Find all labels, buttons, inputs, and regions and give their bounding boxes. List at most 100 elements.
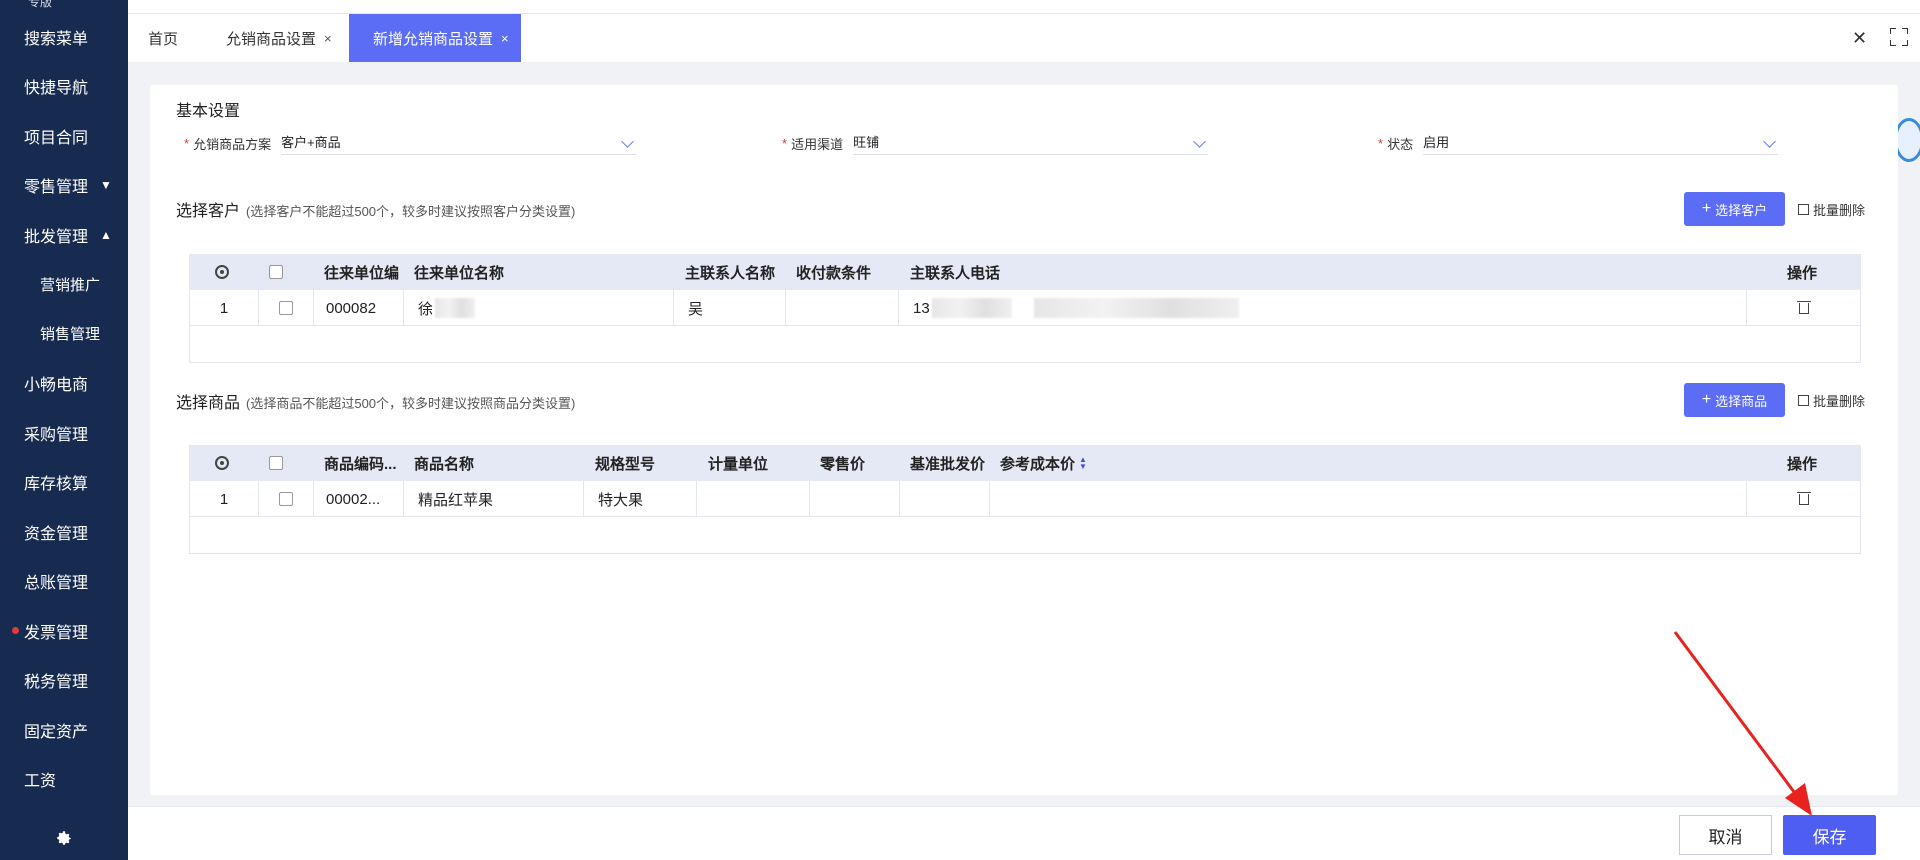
- fullscreen-icon[interactable]: [1890, 28, 1908, 46]
- select-product-button[interactable]: + 选择商品: [1684, 383, 1785, 417]
- col-contact: 主联系人名称: [685, 264, 776, 282]
- channel-label: 适用渠道: [791, 136, 844, 152]
- status-field: * 状态 启用: [1378, 131, 1779, 155]
- sidebar-item-sales[interactable]: 销售管理: [0, 309, 128, 359]
- customers-note: (选择客户不能超过500个，较多时建议按照客户分类设置): [246, 204, 576, 219]
- sidebar-item-project-contract[interactable]: 项目合同: [0, 111, 128, 161]
- row-checkbox[interactable]: [258, 290, 313, 326]
- table-header: 往来单位编 往来单位名称 主联系人名称 收付款条件 主联系人电话 操作: [189, 254, 1861, 290]
- trash-icon: [1797, 300, 1811, 314]
- sidebar-item-tax[interactable]: 税务管理: [0, 656, 128, 706]
- column-settings-icon[interactable]: [215, 445, 233, 481]
- row-index: 1: [219, 299, 229, 317]
- sidebar-item-label: 搜索菜单: [24, 30, 89, 48]
- required-mark: *: [782, 135, 788, 151]
- button-label: 批量删除: [1813, 203, 1866, 218]
- sidebar-item-label: 采购管理: [24, 426, 89, 444]
- col-unit: 计量单位: [708, 455, 769, 473]
- sidebar-item-retail[interactable]: 零售管理 ▼: [0, 161, 128, 211]
- col-terms: 收付款条件: [796, 264, 872, 282]
- chevron-down-icon: [1193, 135, 1206, 148]
- sidebar-item-label: 批发管理: [24, 228, 89, 246]
- sidebar: 专版 搜索菜单 快捷导航 项目合同 零售管理 ▼ 批发管理 ▲ 营销推广 销售管理 …: [0, 0, 128, 860]
- sidebar-item-invoice[interactable]: 发票管理: [0, 606, 128, 656]
- products-title: 选择商品: [176, 395, 241, 412]
- scheme-select[interactable]: 客户+商品: [281, 131, 637, 155]
- col-cost[interactable]: 参考成本价 ▲ ▼: [1000, 445, 1110, 481]
- close-window-icon[interactable]: ✕: [1852, 28, 1867, 49]
- cell-contact: 吴: [673, 290, 785, 326]
- column-settings-icon[interactable]: [215, 254, 233, 290]
- cell-wholesale: [899, 481, 989, 517]
- chevron-down-icon: [1763, 135, 1776, 148]
- col-phone: 主联系人电话: [910, 264, 1001, 282]
- chevron-down-icon: [621, 135, 634, 148]
- sidebar-item-inventory[interactable]: 库存核算: [0, 458, 128, 508]
- sidebar-item-ledger[interactable]: 总账管理: [0, 557, 128, 607]
- sidebar-item-fixed-assets[interactable]: 固定资产: [0, 705, 128, 755]
- tab-label: 首页: [148, 30, 179, 48]
- products-table: 商品编码... 商品名称 规格型号 计量单位 零售价 基准批发价 参考成本价 ▲ ▼…: [189, 445, 1861, 554]
- sidebar-item-label: 发票管理: [24, 624, 89, 642]
- sidebar-item-purchase[interactable]: 采购管理: [0, 408, 128, 458]
- cancel-button[interactable]: 取消: [1679, 815, 1772, 855]
- caret-up-icon: ▲: [100, 227, 112, 242]
- sidebar-item-label: 资金管理: [24, 525, 89, 543]
- basic-settings-title: 基本设置: [176, 103, 241, 120]
- sidebar-item-ecommerce[interactable]: 小畅电商: [0, 359, 128, 409]
- notification-dot: [12, 627, 19, 635]
- tab-home[interactable]: 首页: [148, 14, 178, 62]
- cell-unit: [696, 481, 809, 517]
- cell-spec: 特大果: [583, 481, 696, 517]
- row-checkbox[interactable]: [258, 481, 313, 517]
- batch-delete-customers-button[interactable]: 批量删除: [1798, 200, 1865, 219]
- trash-icon: [1797, 491, 1811, 505]
- select-all-checkbox[interactable]: [269, 254, 287, 290]
- channel-select[interactable]: 旺铺: [853, 131, 1209, 155]
- sidebar-item-marketing[interactable]: 营销推广: [0, 260, 128, 310]
- sidebar-item-funds[interactable]: 资金管理: [0, 507, 128, 557]
- tab-allowed-products[interactable]: 允销商品设置 ×: [226, 14, 332, 62]
- table-row[interactable]: 1 000082 徐 吴 13: [189, 290, 1861, 326]
- cell-code: 00002...: [313, 481, 403, 517]
- delete-row-button[interactable]: [1746, 481, 1861, 517]
- table-header: 商品编码... 商品名称 规格型号 计量单位 零售价 基准批发价 参考成本价 ▲ ▼…: [189, 445, 1861, 481]
- sidebar-item-label: 总账管理: [24, 575, 89, 593]
- col-cost-label: 参考成本价: [1000, 455, 1076, 473]
- redacted-blur: [435, 298, 476, 318]
- sort-icon[interactable]: ▲ ▼: [1079, 456, 1087, 471]
- tab-label: 允销商品设置: [226, 30, 317, 48]
- close-icon[interactable]: ×: [501, 31, 509, 46]
- cell-phone: 13: [898, 290, 1748, 326]
- tab-new-allowed-products[interactable]: 新增允销商品设置 ×: [349, 14, 521, 62]
- table-empty-row: [189, 517, 1861, 553]
- scheme-label: 允销商品方案: [193, 136, 272, 152]
- status-label: 状态: [1387, 136, 1414, 152]
- cell-retail: [809, 481, 899, 517]
- button-label: 选择商品: [1715, 393, 1768, 409]
- table-row[interactable]: 1 00002... 精品红苹果 特大果: [189, 481, 1861, 517]
- status-value: 启用: [1423, 135, 1450, 150]
- cell-terms: [785, 290, 898, 326]
- gear-icon[interactable]: [0, 816, 128, 860]
- sidebar-item-search-menu[interactable]: 搜索菜单: [0, 12, 128, 62]
- select-all-checkbox[interactable]: [269, 445, 287, 481]
- col-name: 往来单位名称: [414, 264, 505, 282]
- sidebar-item-label: 项目合同: [24, 129, 89, 147]
- col-actions: 操作: [1787, 455, 1818, 473]
- save-button[interactable]: 保存: [1783, 815, 1876, 855]
- plus-icon: +: [1701, 391, 1712, 408]
- col-wholesale: 基准批发价: [910, 455, 986, 473]
- status-select[interactable]: 启用: [1423, 131, 1779, 155]
- delete-row-button[interactable]: [1746, 290, 1861, 326]
- sidebar-item-quick-nav[interactable]: 快捷导航: [0, 62, 128, 112]
- close-icon[interactable]: ×: [324, 31, 332, 46]
- tab-bar: 首页 允销商品设置 × 新增允销商品设置 × ✕: [128, 14, 1920, 62]
- name-text: 徐: [418, 300, 434, 318]
- batch-delete-products-button[interactable]: 批量删除: [1798, 391, 1865, 410]
- select-customer-button[interactable]: + 选择客户: [1684, 192, 1785, 226]
- cell-cost: [989, 481, 1746, 517]
- sidebar-item-salary[interactable]: 工资: [0, 755, 128, 805]
- sidebar-item-wholesale[interactable]: 批发管理 ▲: [0, 210, 128, 260]
- sidebar-item-label: 零售管理: [24, 179, 89, 197]
